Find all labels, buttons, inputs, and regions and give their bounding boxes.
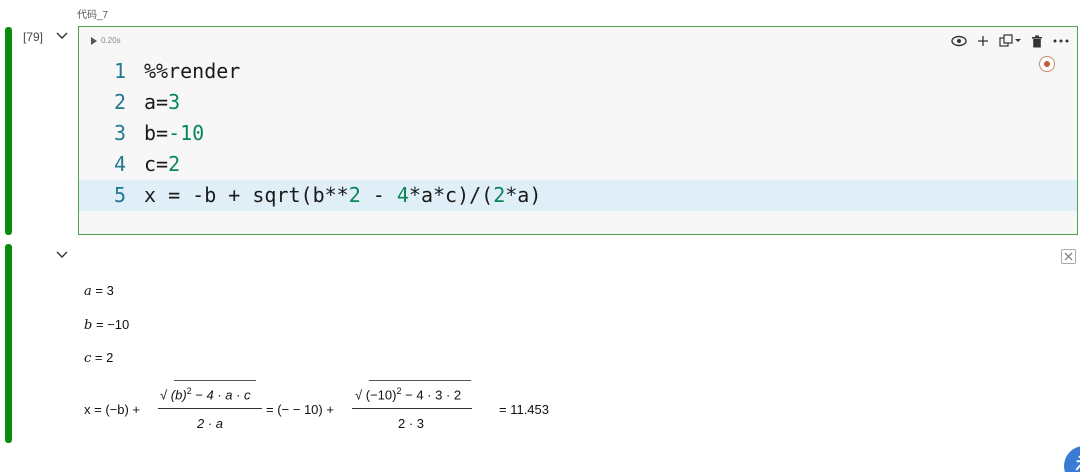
- code-text: b=-10: [126, 118, 204, 149]
- sqrt-vinculum: [174, 380, 256, 381]
- collapse-cell-chevron-icon[interactable]: [56, 31, 68, 41]
- run-status: 0.20s: [91, 36, 121, 45]
- code-line[interactable]: 3 b=-10: [79, 118, 1077, 149]
- code-text: a=3: [126, 87, 180, 118]
- code-token: -: [360, 183, 397, 207]
- clear-output-button[interactable]: [1061, 249, 1076, 264]
- number-literal: 2: [493, 183, 506, 207]
- code-editor[interactable]: 0.20s 1 %%render 2 a=3 3 b=-10 4 c=2 5 x…: [78, 26, 1078, 235]
- code-text: x = -b + sqrt(b**2 - 4*a*c)/(2*a): [126, 180, 541, 211]
- more-icon[interactable]: [1053, 33, 1069, 49]
- cell-label: 代码_7: [77, 10, 109, 21]
- line-number: 5: [113, 183, 126, 207]
- eq-den2: 2 · 3: [398, 416, 425, 431]
- value-b: = −10: [92, 317, 130, 332]
- code-line[interactable]: 2 a=3: [79, 87, 1077, 118]
- line-number: 1: [113, 59, 126, 83]
- fraction-bar: [158, 408, 262, 409]
- line-number: 3: [113, 121, 126, 145]
- var-a: a: [84, 284, 92, 299]
- line-number: 4: [113, 152, 126, 176]
- code-token: b=: [144, 121, 169, 145]
- code-line-active[interactable]: 5 x = -b + sqrt(b**2 - 4*a*c)/(2*a): [79, 180, 1077, 211]
- assistant-logo-icon[interactable]: え: [1064, 446, 1080, 472]
- eq-result: = 11.453: [499, 402, 550, 417]
- execution-count: [79]: [23, 30, 44, 44]
- eq-num1: √ (b)2 − 4 · a · c: [160, 386, 251, 403]
- eq-num2: √ (−10)2 − 4 · 3 · 2: [355, 386, 462, 403]
- code-text: c=2: [126, 149, 180, 180]
- copy-dropdown-icon[interactable]: [999, 33, 1021, 49]
- collapse-output-chevron-icon[interactable]: [56, 250, 68, 260]
- eye-icon[interactable]: [951, 33, 967, 49]
- run-time: 0.20s: [101, 36, 121, 45]
- eq-den1: 2 · a: [197, 416, 224, 431]
- number-literal: 2: [168, 152, 181, 176]
- value-a: = 3: [91, 283, 114, 298]
- eq-lhs: x = (−b) +: [84, 402, 140, 417]
- run-icon[interactable]: [91, 36, 97, 45]
- fraction-bar: [352, 408, 472, 409]
- cell-toolbar: [951, 33, 1069, 49]
- cell-run-bar[interactable]: [5, 27, 12, 235]
- code-token: *a): [505, 183, 542, 207]
- number-literal: -10: [168, 121, 205, 145]
- code-token: *a*c)/(: [408, 183, 494, 207]
- number-literal: 4: [396, 183, 409, 207]
- code-lines[interactable]: 1 %%render 2 a=3 3 b=-10 4 c=2 5 x = -b …: [79, 56, 1077, 211]
- code-text: %%render: [144, 59, 241, 83]
- output-line-b: b = −10: [84, 317, 129, 333]
- number-literal: 2: [348, 183, 361, 207]
- plus-icon[interactable]: [977, 33, 989, 49]
- number-literal: 3: [168, 90, 181, 114]
- value-c: = 2: [91, 350, 114, 365]
- code-token: a=: [144, 90, 169, 114]
- trash-icon[interactable]: [1031, 33, 1043, 49]
- code-line[interactable]: 4 c=2: [79, 149, 1077, 180]
- output-line-c: c = 2: [84, 350, 113, 366]
- code-token: c=: [144, 152, 169, 176]
- close-icon: [1064, 252, 1073, 261]
- code-line[interactable]: 1 %%render: [79, 56, 1077, 87]
- eq-mid: = (− − 10) +: [266, 402, 334, 417]
- sqrt-vinculum: [369, 380, 471, 381]
- line-number: 2: [113, 90, 126, 114]
- output-run-bar[interactable]: [5, 244, 12, 443]
- output-line-a: a = 3: [84, 283, 114, 299]
- code-token: x = -b + sqrt(b**: [144, 183, 349, 207]
